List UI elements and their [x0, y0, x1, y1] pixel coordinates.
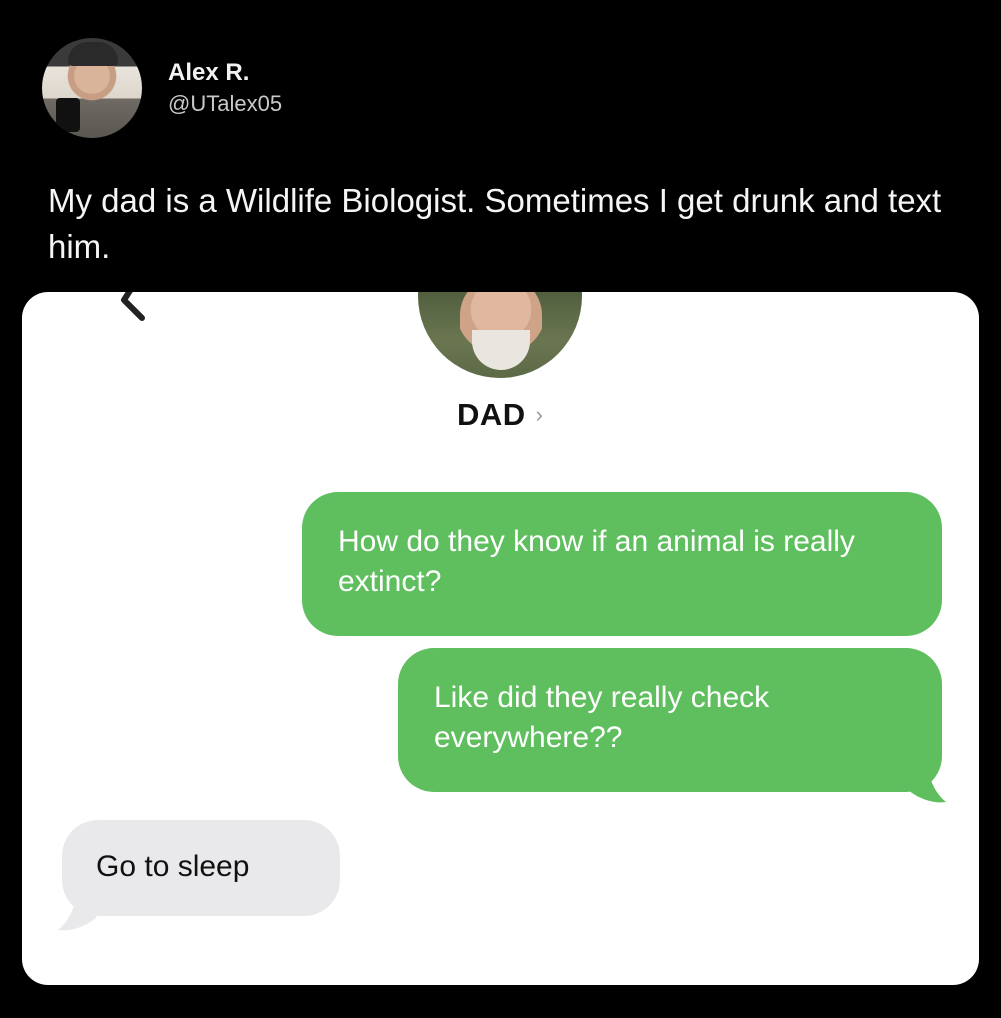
- message-bubble-received: Go to sleep: [62, 820, 340, 916]
- user-handle[interactable]: @UTalex05: [168, 89, 282, 119]
- contact-photo[interactable]: [418, 292, 582, 378]
- avatar[interactable]: [42, 38, 142, 138]
- message-bubble-sent: Like did they really check everywhere??: [398, 648, 942, 792]
- tweet-text: My dad is a Wildlife Biologist. Sometime…: [48, 182, 942, 265]
- message-screenshot: DAD › How do they know if an animal is r…: [22, 292, 979, 985]
- bubble-tail-sent: [902, 768, 946, 803]
- contact-name-button[interactable]: DAD ›: [418, 390, 582, 440]
- avatar-phone: [56, 98, 80, 132]
- page: Alex R. @UTalex05 My dad is a Wildlife B…: [0, 0, 1001, 1018]
- contact-name: DAD: [457, 397, 526, 432]
- bubble-tail-received: [58, 896, 102, 931]
- message-bubble-sent: How do they know if an animal is really …: [302, 492, 942, 636]
- avatar-cap: [68, 42, 118, 66]
- tweet-header: Alex R. @UTalex05: [42, 32, 282, 144]
- chevron-right-icon: ›: [535, 402, 543, 427]
- chevron-left-icon: [121, 292, 145, 321]
- display-name[interactable]: Alex R.: [168, 57, 282, 89]
- tweet-identity: Alex R. @UTalex05: [168, 57, 282, 119]
